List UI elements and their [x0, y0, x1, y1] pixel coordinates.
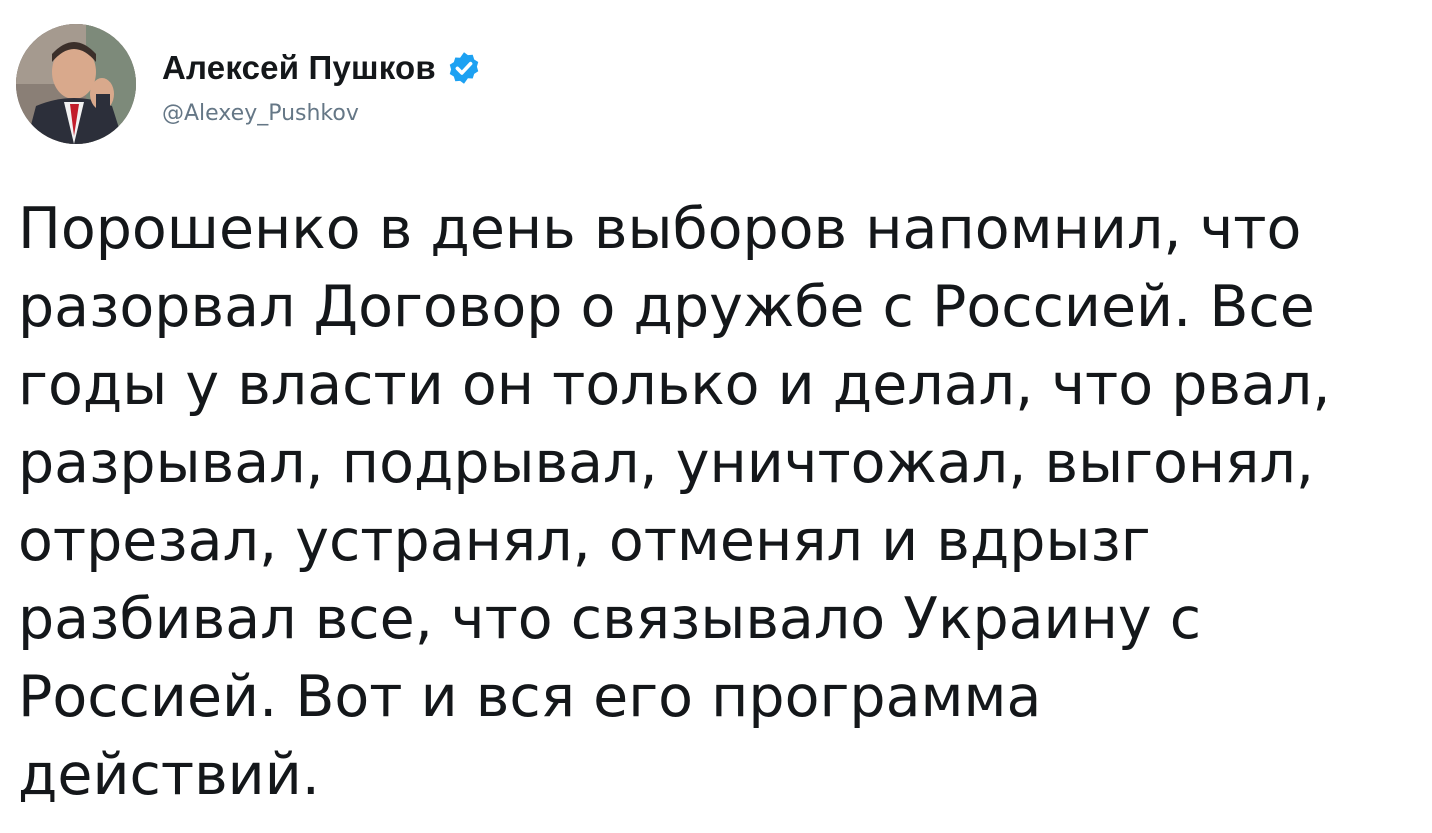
- tweet-text-line: разрывал, подрывал, уничтожал, выгонял,: [18, 430, 1314, 496]
- tweet-card: Алексей Пушков @Alexey_Pushkov Порошенко…: [0, 0, 1432, 833]
- handle[interactable]: @Alexey_Pushkov: [162, 101, 482, 126]
- tweet-text-line: Россией. Вот и вся его программа: [18, 664, 1042, 730]
- tweet-text-line: отрезал, устранял, отменял и вдрызг: [18, 508, 1151, 574]
- tweet-text: Порошенко в день выборов напомнил, что р…: [18, 190, 1413, 814]
- tweet-text-line: Порошенко в день выборов напомнил, что: [18, 196, 1302, 262]
- tweet-header: Алексей Пушков @Alexey_Pushkov: [16, 24, 482, 144]
- author-identity: Алексей Пушков @Alexey_Pushkov: [162, 43, 482, 126]
- avatar[interactable]: [16, 24, 136, 144]
- tweet-text-line: действий.: [18, 742, 320, 808]
- tweet-text-line: годы у власти он только и делал, что рва…: [18, 352, 1331, 418]
- avatar-photo: [16, 24, 136, 144]
- display-name[interactable]: Алексей Пушков: [162, 49, 436, 87]
- verified-badge-icon: [446, 50, 482, 86]
- tweet-text-line: разбивал все, что связывало Украину с: [18, 586, 1202, 652]
- tweet-text-line: разорвал Договор о дружбе с Россией. Все: [18, 274, 1315, 340]
- name-row: Алексей Пушков: [162, 43, 482, 93]
